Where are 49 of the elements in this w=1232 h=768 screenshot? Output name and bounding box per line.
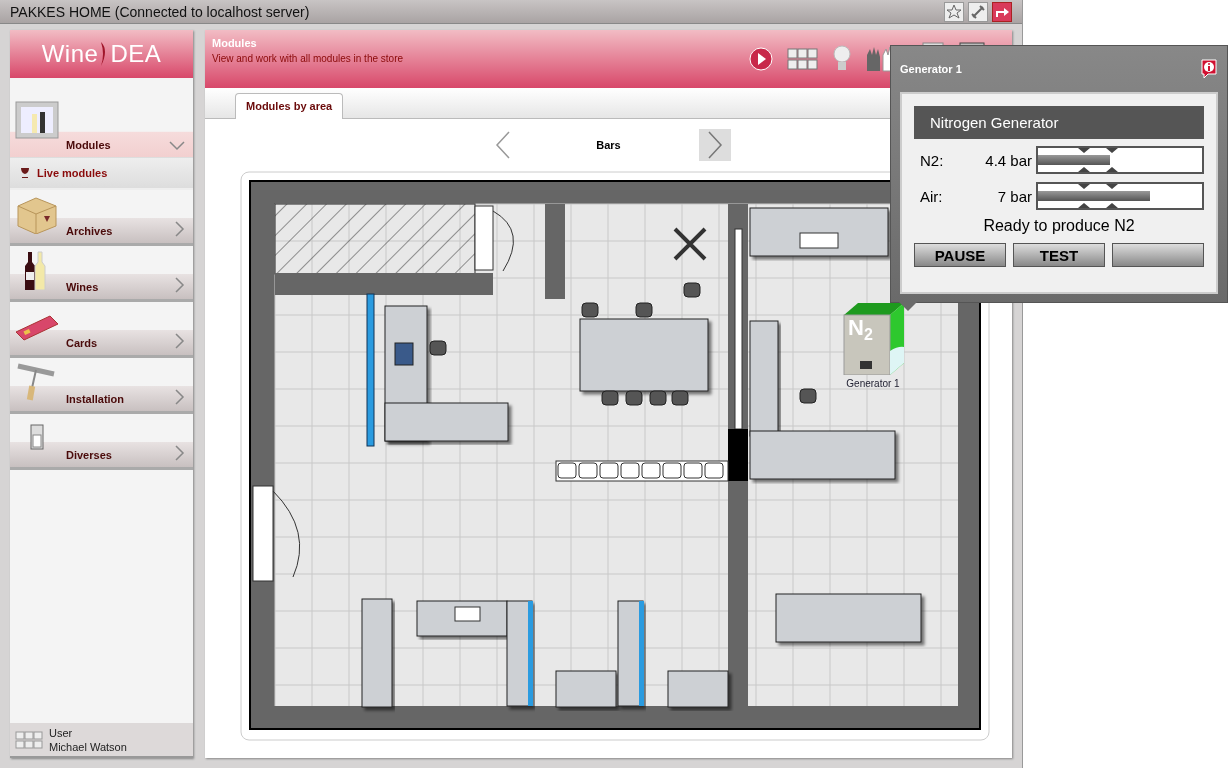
- chevron-right-icon: [175, 277, 185, 293]
- sidebar-subitem[interactable]: Live modules: [10, 158, 193, 190]
- reading-label: Air:: [919, 187, 944, 205]
- area-name: Bars: [595, 139, 622, 151]
- next-button[interactable]: [698, 129, 731, 161]
- header-title: Modules: [212, 37, 258, 49]
- threshold-markers-icon: [1078, 184, 1118, 208]
- link-icon[interactable]: [968, 1, 988, 22]
- device-heading: Nitrogen Generator: [914, 106, 1204, 139]
- generator-label: Generator 1: [846, 378, 900, 389]
- display-cabinet-icon: [14, 100, 60, 140]
- chevron-left-icon: [494, 131, 511, 159]
- chevron-down-icon: [169, 141, 185, 151]
- sidebar-item[interactable]: Wines: [10, 246, 193, 302]
- keyboard-icon[interactable]: [787, 48, 819, 70]
- sidebar-item[interactable]: Archives: [10, 190, 193, 246]
- blank-button[interactable]: [1112, 243, 1204, 267]
- light-bulb-icon[interactable]: [833, 45, 851, 73]
- user-caption: User: [49, 725, 74, 740]
- cardboard-box-icon: [14, 194, 60, 234]
- popup-pointer: [899, 302, 917, 311]
- user-name: Michael Watson: [49, 739, 127, 754]
- chevron-right-icon: [175, 221, 185, 237]
- play-icon[interactable]: [749, 47, 773, 71]
- reading-label: N2:: [919, 151, 945, 169]
- threshold-markers-icon: [1078, 148, 1118, 172]
- sidebar-item[interactable]: Diverses: [10, 414, 193, 470]
- chevron-right-icon: [175, 389, 185, 405]
- share-icon[interactable]: [992, 1, 1012, 22]
- sidebar-item[interactable]: Modules: [10, 96, 193, 158]
- area-tab[interactable]: Modules by area: [235, 93, 344, 119]
- header-subtitle: View and work with all modules in the store: [212, 53, 405, 64]
- wine-glass-icon: [20, 167, 30, 179]
- reading-value: 7 bar: [996, 187, 1033, 205]
- status-text: Ready to produce N2: [982, 217, 1136, 235]
- action-button[interactable]: PAUSE: [914, 243, 1006, 267]
- popup-title: Generator 1: [900, 63, 962, 75]
- keyboard-icon: [15, 730, 43, 749]
- reading-value: 4.4 bar: [984, 151, 1033, 169]
- sidebar-item[interactable]: Installation: [10, 358, 193, 414]
- chevron-right-icon: [175, 333, 185, 349]
- window-title: PAKKES HOME (Connected to localhost server): [10, 3, 311, 20]
- switch-icon: [30, 424, 44, 450]
- action-button[interactable]: TEST: [1013, 243, 1105, 267]
- chevron-right-icon: [175, 445, 185, 461]
- wine-dea-logo: Wine DEA: [10, 30, 193, 78]
- chevron-right-icon: [706, 131, 723, 159]
- sidebar-item[interactable]: Cards: [10, 302, 193, 358]
- info-icon[interactable]: [1200, 59, 1218, 79]
